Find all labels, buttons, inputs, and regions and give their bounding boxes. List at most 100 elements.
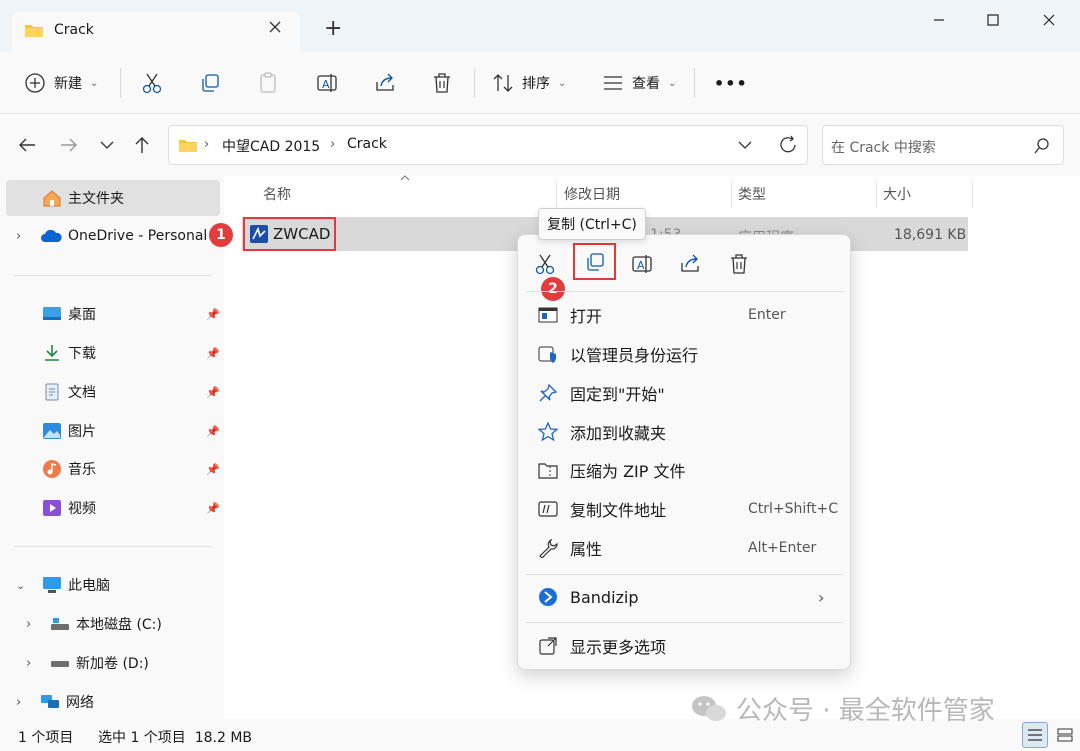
rename-icon: A <box>317 74 337 92</box>
nav-item-onedrive[interactable]: › OneDrive - Personal <box>6 218 220 254</box>
column-header-name[interactable]: 名称 <box>263 184 291 204</box>
pin-icon[interactable]: 📌 <box>206 308 220 321</box>
back-icon[interactable] <box>18 137 36 153</box>
refresh-icon[interactable] <box>778 135 798 155</box>
drive-icon <box>51 661 69 667</box>
expand-chevron-icon[interactable]: ⌄ <box>16 579 32 592</box>
cloud-icon <box>41 229 62 242</box>
menu-item-copy-path[interactable]: 复制文件地址 Ctrl+Shift+C <box>528 490 842 528</box>
network-icon <box>41 695 59 708</box>
divider <box>526 622 844 623</box>
nav-label: 音乐 <box>68 462 96 478</box>
column-header-size[interactable]: 大小 <box>883 184 911 204</box>
nav-item-music[interactable]: 音乐 📌 <box>6 451 220 487</box>
expand-chevron-icon[interactable]: › <box>26 617 42 632</box>
expand-chevron-icon[interactable]: › <box>16 229 32 244</box>
copy-icon <box>586 252 604 271</box>
divider[interactable] <box>876 180 877 208</box>
ctx-cut-button[interactable] <box>525 248 565 280</box>
pin-icon[interactable]: 📌 <box>206 502 220 515</box>
sort-button[interactable]: 排序 ⌄ <box>492 66 566 100</box>
history-chevron-icon[interactable] <box>100 140 114 150</box>
pin-icon[interactable]: 📌 <box>206 386 220 399</box>
close-tab-icon[interactable] <box>268 20 282 34</box>
menu-item-run-as-admin[interactable]: 以管理员身份运行 <box>528 335 842 373</box>
picture-icon <box>43 423 61 439</box>
view-label: 查看 <box>632 76 660 92</box>
nav-item-pictures[interactable]: 图片 📌 <box>6 413 220 449</box>
nav-item-home[interactable]: 主文件夹 <box>6 180 220 216</box>
cut-button[interactable] <box>142 66 162 100</box>
menu-item-properties[interactable]: 属性 Alt+Enter <box>528 529 842 567</box>
music-icon <box>43 460 61 478</box>
copy-button[interactable] <box>200 66 220 100</box>
folder-icon <box>24 22 44 38</box>
nav-item-videos[interactable]: 视频 📌 <box>6 490 220 526</box>
expand-chevron-icon[interactable]: › <box>26 656 42 671</box>
svg-text:A: A <box>637 259 645 272</box>
menu-item-compress-zip[interactable]: 压缩为 ZIP 文件 <box>528 451 842 489</box>
nav-label: 此电脑 <box>68 578 110 594</box>
clipboard-icon <box>260 72 276 93</box>
pin-icon[interactable]: 📌 <box>206 463 220 476</box>
chevron-down-icon: ⌄ <box>90 77 99 89</box>
expand-chevron-icon[interactable]: › <box>16 695 32 710</box>
sort-label: 排序 <box>522 76 550 92</box>
menu-item-add-to-favorites[interactable]: 添加到收藏夹 <box>528 413 842 451</box>
ctx-rename-button[interactable]: A <box>622 248 662 280</box>
rename-button[interactable]: A <box>316 66 338 100</box>
wechat-icon <box>692 695 726 721</box>
svg-text:A: A <box>322 78 330 91</box>
sort-icon <box>493 74 513 92</box>
column-header-modified[interactable]: 修改日期 <box>564 184 620 204</box>
ctx-copy-button[interactable] <box>573 243 616 280</box>
breadcrumb-segment[interactable]: 中望CAD 2015 <box>222 136 320 156</box>
view-button[interactable]: 查看 ⌄ <box>602 66 676 100</box>
divider <box>14 275 212 276</box>
ctx-delete-button[interactable] <box>719 248 759 280</box>
tiles-view-button[interactable] <box>1052 722 1078 748</box>
column-header-type[interactable]: 类型 <box>738 184 766 204</box>
nav-item-drive-c[interactable]: › 本地磁盘 (C:) <box>6 606 220 642</box>
nav-item-desktop[interactable]: 桌面 📌 <box>6 296 220 332</box>
ctx-share-button[interactable] <box>670 248 710 280</box>
share-button[interactable] <box>374 66 396 100</box>
nav-label: 本地磁盘 (C:) <box>76 617 162 633</box>
nav-item-this-pc[interactable]: ⌄ 此电脑 <box>6 567 220 603</box>
forward-icon[interactable] <box>60 137 78 153</box>
menu-item-show-more-options[interactable]: 显示更多选项 <box>528 627 842 665</box>
nav-item-downloads[interactable]: 下载 📌 <box>6 335 220 371</box>
delete-button[interactable] <box>432 66 452 100</box>
minimize-button[interactable] <box>916 0 962 40</box>
nav-item-network[interactable]: › 网络 <box>6 684 220 720</box>
new-tab-button[interactable]: + <box>324 16 342 41</box>
copy-tooltip: 复制 (Ctrl+C) <box>538 208 646 240</box>
scissors-icon <box>142 73 162 94</box>
zip-folder-icon <box>538 463 558 479</box>
divider[interactable] <box>556 180 557 208</box>
menu-item-open[interactable]: 打开 Enter <box>528 296 842 334</box>
nav-item-documents[interactable]: 文档 📌 <box>6 374 220 410</box>
new-button[interactable]: 新建 ⌄ <box>24 66 98 100</box>
divider[interactable] <box>731 180 732 208</box>
address-dropdown-icon[interactable] <box>738 140 752 150</box>
breadcrumb-segment[interactable]: Crack <box>347 136 387 152</box>
details-view-button[interactable] <box>1022 722 1048 748</box>
paste-button[interactable] <box>258 66 278 100</box>
chevron-down-icon: ⌄ <box>558 77 567 89</box>
menu-item-bandizip[interactable]: Bandizip › <box>528 578 842 616</box>
maximize-button[interactable] <box>970 0 1016 40</box>
close-window-button[interactable] <box>1026 0 1072 40</box>
step-badge-1: 1 <box>209 223 233 247</box>
menu-label: 属性 <box>570 540 603 559</box>
more-options-icon <box>539 637 557 655</box>
more-button[interactable]: ••• <box>714 66 748 100</box>
divider <box>120 68 121 98</box>
menu-item-pin-to-start[interactable]: 固定到"开始" <box>528 374 842 412</box>
pin-icon[interactable]: 📌 <box>206 347 220 360</box>
up-icon[interactable] <box>134 136 150 154</box>
menu-label: 显示更多选项 <box>570 638 667 657</box>
nav-item-drive-d[interactable]: › 新加卷 (D:) <box>6 645 220 681</box>
pin-icon[interactable]: 📌 <box>206 425 220 438</box>
menu-label: 打开 <box>570 307 603 326</box>
